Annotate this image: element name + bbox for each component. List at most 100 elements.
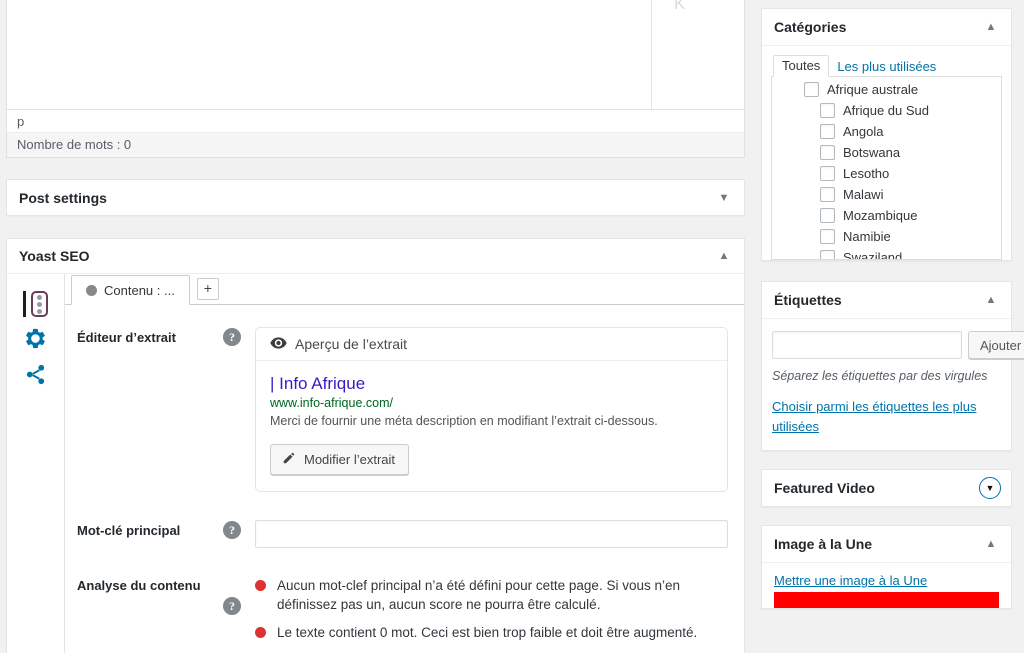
content-analysis-list: Aucun mot-clef principal n’a été défini … xyxy=(255,575,728,653)
category-row[interactable]: Afrique australe xyxy=(772,79,1001,100)
yoast-seo-box: Yoast SEO ▲ xyxy=(6,238,745,653)
yoast-rail-item-settings[interactable] xyxy=(7,322,64,358)
tab-all-categories[interactable]: Toutes xyxy=(773,55,829,77)
category-row[interactable]: Lesotho xyxy=(772,163,1001,184)
categories-header[interactable]: Catégories ▲ xyxy=(762,9,1011,46)
post-settings-box: Post settings ▼ xyxy=(6,179,745,216)
post-settings-header[interactable]: Post settings ▼ xyxy=(7,180,744,215)
add-tag-button[interactable]: Ajouter xyxy=(968,331,1024,359)
editor-side-rail: K xyxy=(651,0,744,109)
wordpress-post-editor-screen: K p Nombre de mots : 0 Post settings ▼ Y… xyxy=(0,0,1024,653)
yoast-seo-header[interactable]: Yoast SEO ▲ xyxy=(7,239,744,274)
pencil-icon xyxy=(282,451,296,468)
category-row[interactable]: Angola xyxy=(772,121,1001,142)
tags-header[interactable]: Étiquettes ▲ xyxy=(762,282,1011,319)
yoast-rail-item-seo[interactable] xyxy=(7,286,64,322)
chevron-down-circle-icon[interactable]: ▼ xyxy=(979,477,1001,499)
category-row[interactable]: Botswana xyxy=(772,142,1001,163)
editor-element-path[interactable]: p xyxy=(6,110,745,133)
post-settings-title: Post settings xyxy=(19,190,107,206)
categories-body: Toutes Les plus utilisées Afrique austra… xyxy=(762,46,1011,260)
categories-checklist[interactable]: Afrique australe Afrique du Sud Angola B… xyxy=(771,77,1002,260)
featured-image-box: Image à la Une ▲ Mettre une image à la U… xyxy=(761,525,1012,609)
focus-keyword-row: Mot-clé principal ? xyxy=(77,520,728,548)
chevron-up-icon[interactable]: ▲ xyxy=(981,290,1001,310)
focus-keyword-input[interactable] xyxy=(255,520,728,548)
checkbox-afrique-australe[interactable] xyxy=(804,82,819,97)
category-row[interactable]: Mozambique xyxy=(772,205,1001,226)
tag-entry-row: Ajouter xyxy=(772,331,1001,359)
content-analysis-row: Analyse du contenu ? Aucun mot-clef prin… xyxy=(77,575,728,653)
featured-image-title: Image à la Une xyxy=(774,536,872,552)
main-column: K p Nombre de mots : 0 Post settings ▼ Y… xyxy=(0,0,753,653)
chevron-up-icon[interactable]: ▲ xyxy=(714,246,734,266)
word-count-label: Nombre de mots : 0 xyxy=(17,137,131,152)
add-keyword-tab-button[interactable]: + xyxy=(197,278,219,300)
help-icon-focus-keyword[interactable]: ? xyxy=(223,521,241,539)
categories-box: Catégories ▲ Toutes Les plus utilisées A… xyxy=(761,8,1012,261)
categories-title: Catégories xyxy=(774,19,846,35)
most-used-tags-link[interactable]: Choisir parmi les étiquettes les plus ut… xyxy=(772,397,1001,436)
edit-snippet-button[interactable]: Modifier l’extrait xyxy=(270,444,409,475)
featured-image-body: Mettre une image à la Une xyxy=(762,563,1011,608)
tab-status-dot xyxy=(86,285,97,296)
share-icon[interactable] xyxy=(24,363,47,389)
visual-editor-area[interactable]: K xyxy=(6,0,745,110)
checkbox-botswana[interactable] xyxy=(820,145,835,160)
checkbox-mozambique[interactable] xyxy=(820,208,835,223)
chevron-up-icon[interactable]: ▲ xyxy=(981,534,1001,554)
set-featured-image-link[interactable]: Mettre une image à la Une xyxy=(774,573,927,588)
yoast-rail-item-social[interactable] xyxy=(7,358,64,394)
yoast-fields: Éditeur d’extrait ? xyxy=(65,305,744,653)
category-label: Malawi xyxy=(843,187,883,202)
category-row[interactable]: Namibie xyxy=(772,226,1001,247)
featured-image-header[interactable]: Image à la Une ▲ xyxy=(762,526,1011,563)
gear-icon[interactable] xyxy=(24,327,47,353)
category-label: Mozambique xyxy=(843,208,917,223)
tab-most-used-categories[interactable]: Les plus utilisées xyxy=(829,57,944,77)
category-row[interactable]: Afrique du Sud xyxy=(772,100,1001,121)
content-analysis-label: Analyse du contenu xyxy=(77,575,217,595)
categories-tab-bar: Toutes Les plus utilisées xyxy=(771,54,1002,77)
tags-title: Étiquettes xyxy=(774,292,842,308)
featured-video-header[interactable]: Featured Video ▼ xyxy=(762,470,1011,506)
chevron-down-icon[interactable]: ▼ xyxy=(714,188,734,208)
category-label: Afrique du Sud xyxy=(843,103,929,118)
sidebar-column: Catégories ▲ Toutes Les plus utilisées A… xyxy=(753,0,1024,653)
edit-snippet-label: Modifier l’extrait xyxy=(304,452,395,467)
help-icon-content-analysis[interactable]: ? xyxy=(223,597,241,615)
analysis-item-text: Aucun mot-clef principal n’a été défini … xyxy=(277,576,725,614)
editor-path-value: p xyxy=(17,114,24,129)
editor-canvas[interactable] xyxy=(7,0,651,109)
analysis-item: Le texte contient 0 mot. Ceci est bien t… xyxy=(255,623,725,642)
yoast-seo-icon[interactable] xyxy=(31,291,48,317)
yoast-tab-bar: Contenu : ... + xyxy=(65,274,744,305)
checkbox-swaziland[interactable] xyxy=(820,250,835,260)
category-label: Swaziland xyxy=(843,250,902,260)
snippet-description: Merci de fournir une méta description en… xyxy=(270,413,713,431)
snippet-preview-card: Aperçu de l’extrait | Info Afrique www.i… xyxy=(255,327,728,492)
category-row[interactable]: Swaziland xyxy=(772,247,1001,260)
analysis-item-text: Le texte contient 0 mot. Ceci est bien t… xyxy=(277,623,697,642)
checkbox-afrique-du-sud[interactable] xyxy=(820,103,835,118)
focus-keyword-label: Mot-clé principal xyxy=(77,520,217,540)
tab-contenu-label: Contenu : ... xyxy=(104,283,175,298)
checkbox-namibie[interactable] xyxy=(820,229,835,244)
category-label: Angola xyxy=(843,124,883,139)
tab-contenu[interactable]: Contenu : ... xyxy=(71,275,190,305)
checkbox-lesotho[interactable] xyxy=(820,166,835,181)
checkbox-malawi[interactable] xyxy=(820,187,835,202)
yoast-content: Contenu : ... + Éditeur d’extrait ? xyxy=(64,274,744,653)
tag-input[interactable] xyxy=(772,331,962,359)
category-label: Afrique australe xyxy=(827,82,918,97)
snippet-title[interactable]: | Info Afrique xyxy=(270,373,713,394)
snippet-url: www.info-afrique.com/ xyxy=(270,395,713,412)
checkbox-angola[interactable] xyxy=(820,124,835,139)
category-row[interactable]: Malawi xyxy=(772,184,1001,205)
category-label: Botswana xyxy=(843,145,900,160)
chevron-up-icon[interactable]: ▲ xyxy=(981,17,1001,37)
help-icon-snippet[interactable]: ? xyxy=(223,328,241,346)
active-indicator-bar xyxy=(23,291,26,317)
snippet-preview-body: | Info Afrique www.info-afrique.com/ Mer… xyxy=(256,361,727,491)
snippet-editor-row: Éditeur d’extrait ? xyxy=(77,327,728,492)
